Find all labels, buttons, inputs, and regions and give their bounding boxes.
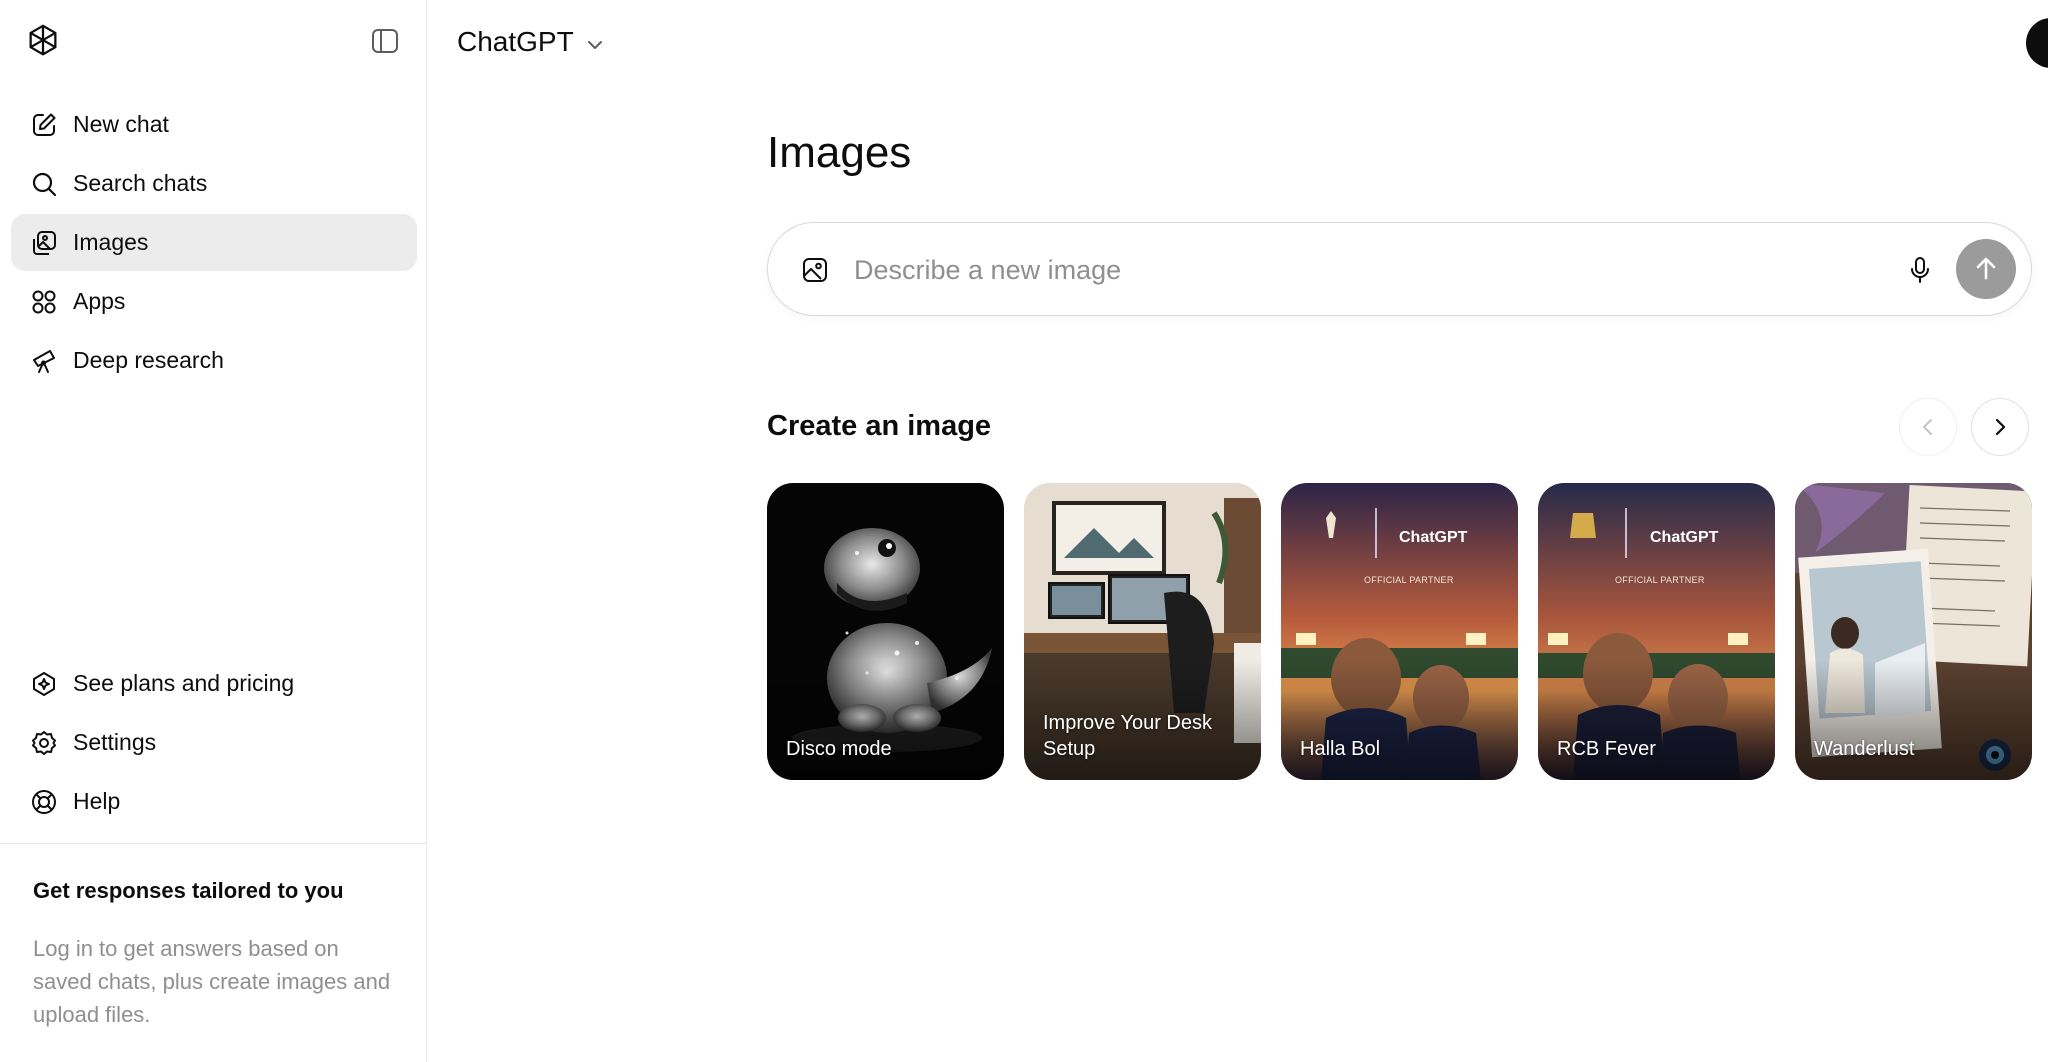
sidebar-item-label: Settings [73,729,157,755]
card-wanderlust[interactable]: Wanderlust [1795,483,2032,780]
sidebar-item-label: Deep research [73,347,224,373]
card-shade [767,660,1004,780]
sidebar-item-help[interactable]: Help [11,773,417,830]
card-label: Wanderlust [1814,738,1915,760]
card-disco-mode[interactable]: Disco mode [767,483,1004,780]
image-template-carousel: Disco mode Improve Your Desk Setup ChatG… [767,483,2032,781]
sidebar-item-label: Help [73,788,121,814]
login-promo: Get responses tailored to you Log in to … [33,878,403,1031]
sidebar-item-new-chat[interactable]: New chat [11,96,417,153]
sidebar-item-deep-research[interactable]: Deep research [11,332,417,389]
card-label: Halla Bol [1300,738,1381,760]
card-shade [1281,660,1518,780]
carousel-prev-button[interactable] [1899,398,1957,456]
sidebar-divider [0,843,427,844]
sidebar-item-settings[interactable]: Settings [11,714,417,771]
telescope-icon [29,346,59,376]
image-prompt-box [767,222,2032,316]
image-upload-icon[interactable] [800,255,830,285]
card-label: Disco mode [786,738,892,760]
sidebar-item-label: Apps [73,288,126,314]
chevron-right-icon [1995,418,2006,436]
lifebuoy-icon [29,787,59,817]
apps-icon [29,287,59,317]
card-tag-text: OFFICIAL PARTNER [1615,575,1705,585]
card-tag-text: OFFICIAL PARTNER [1364,575,1454,585]
card-desk-setup[interactable]: Improve Your Desk Setup [1024,483,1261,780]
openai-logo-icon[interactable] [24,22,62,60]
sidebar-item-label: Images [73,229,149,255]
sidebar-item-images[interactable]: Images [11,214,417,271]
avatar[interactable] [2026,18,2048,68]
sidebar-item-label: Search chats [73,170,208,196]
card-rcb-fever[interactable]: ChatGPT OFFICIAL PARTNER RCB Fever [1538,483,1775,780]
sidebar: New chat Search chats Images Apps Deep r… [0,0,427,1062]
arrow-up-icon [1976,257,1996,280]
card-brand-text: ChatGPT [1650,529,1719,546]
edit-icon [29,110,59,140]
card-shade [1795,660,2032,780]
images-icon [29,228,59,258]
card-brand-text: ChatGPT [1399,529,1468,546]
search-icon [29,169,59,199]
promo-title: Get responses tailored to you [33,878,344,903]
card-label: RCB Fever [1557,738,1656,760]
sidebar-toggle-icon[interactable] [370,26,400,56]
carousel-next-button[interactable] [1971,398,2029,456]
page-title: Images [767,128,912,177]
chevron-left-icon [1923,419,1932,435]
sidebar-bottom-nav: See plans and pricing Settings Help [11,655,417,832]
card-shade [1538,660,1775,780]
model-selector[interactable]: ChatGPT [457,22,606,62]
promo-text: Log in to get answers based on saved cha… [33,936,391,1027]
gear-icon [29,728,59,758]
send-button[interactable] [1956,239,2016,299]
model-selector-label: ChatGPT [457,26,574,57]
sidebar-item-apps[interactable]: Apps [11,273,417,330]
sidebar-item-search-chats[interactable]: Search chats [11,155,417,212]
image-prompt-input[interactable] [854,245,1854,295]
microphone-icon[interactable] [1904,254,1936,286]
section-title: Create an image [767,410,992,442]
chevron-down-icon [584,31,606,53]
sidebar-item-label: See plans and pricing [73,670,295,696]
card-halla-bol[interactable]: ChatGPT OFFICIAL PARTNER Halla Bol [1281,483,1518,780]
plans-icon [29,669,59,699]
card-label: Improve Your Desk Setup [1043,712,1212,760]
sidebar-item-label: New chat [73,111,169,137]
sidebar-nav: New chat Search chats Images Apps Deep r… [11,96,417,391]
sidebar-item-plans[interactable]: See plans and pricing [11,655,417,712]
